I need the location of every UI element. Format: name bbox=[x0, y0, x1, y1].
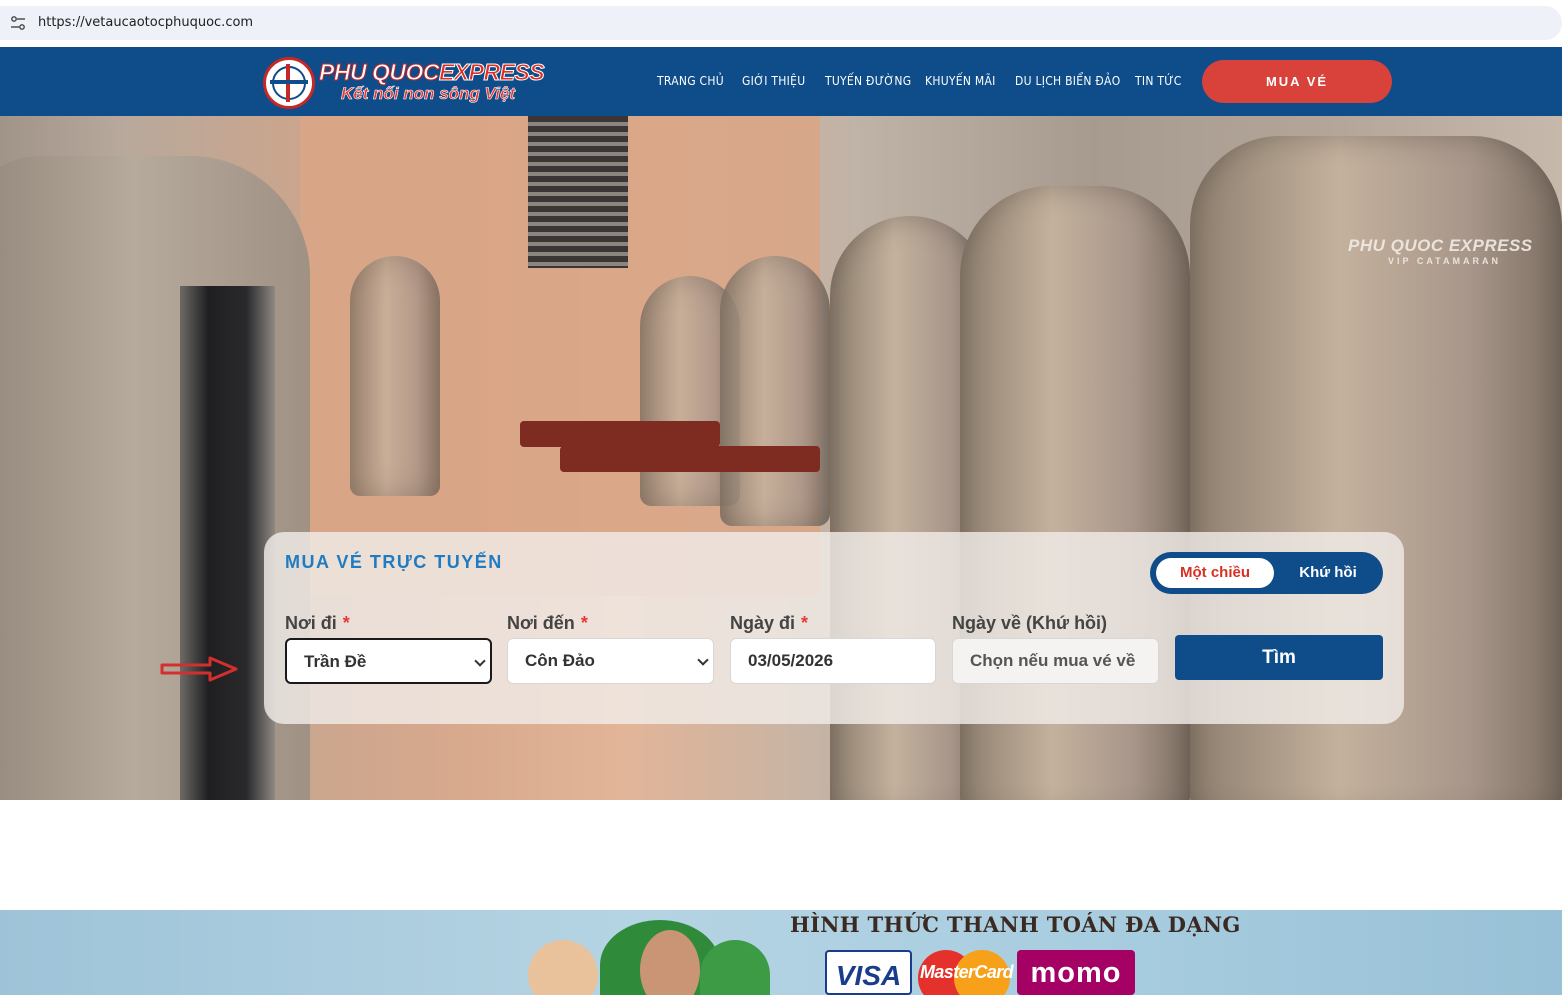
chevron-down-icon bbox=[697, 654, 709, 666]
nav-item-home[interactable]: TRANG CHỦ bbox=[657, 47, 724, 116]
site-logo[interactable]: PHU QUOCEXPRESS Kết nối non sông Việt bbox=[263, 55, 545, 109]
from-select[interactable]: Trần Đề bbox=[285, 638, 492, 684]
seat bbox=[350, 256, 440, 496]
palm-tree bbox=[700, 940, 770, 995]
return-date-field[interactable]: Chọn nếu mua vé về bbox=[952, 638, 1159, 684]
browser-address-bar: https://vetaucaotocphuquoc.com bbox=[0, 0, 1562, 47]
from-label: Nơi đi * bbox=[285, 613, 350, 633]
one-way-option[interactable]: Một chiều bbox=[1156, 558, 1274, 588]
momo-logo: momo bbox=[1017, 950, 1135, 995]
site-settings-icon[interactable] bbox=[10, 15, 26, 31]
trip-type-toggle: Một chiều Khứ hồi bbox=[1150, 552, 1383, 594]
mastercard-logo: MasterCard bbox=[918, 950, 1014, 995]
payment-heading: HÌNH THỨC THANH TOÁN ĐA DẠNG bbox=[790, 912, 1241, 937]
chevron-down-icon bbox=[474, 655, 486, 667]
depart-date-field[interactable]: 03/05/2026 bbox=[730, 638, 936, 684]
to-label: Nơi đến * bbox=[507, 613, 588, 633]
annotation-arrow-icon bbox=[160, 656, 238, 682]
site-header: PHU QUOCEXPRESS Kết nối non sông Việt TR… bbox=[0, 47, 1562, 116]
buy-ticket-button[interactable]: MUA VÉ bbox=[1202, 60, 1392, 103]
to-select[interactable]: Côn Đảo bbox=[507, 638, 714, 684]
payment-banner: HÌNH THỨC THANH TOÁN ĐA DẠNG VISA Master… bbox=[0, 910, 1562, 995]
logo-tagline: Kết nối non sông Việt bbox=[341, 84, 516, 104]
nav-item-news[interactable]: TIN TỨC bbox=[1135, 47, 1182, 116]
seat-armrest bbox=[520, 421, 720, 447]
nav-item-island-travel[interactable]: DU LỊCH BIỂN ĐẢO bbox=[1015, 47, 1120, 116]
air-vent bbox=[528, 116, 628, 268]
nav-item-routes[interactable]: TUYẾN ĐƯỜNG bbox=[825, 47, 911, 116]
logo-emblem-icon bbox=[263, 57, 315, 109]
round-trip-option[interactable]: Khứ hồi bbox=[1280, 558, 1376, 588]
url-field[interactable]: https://vetaucaotocphuquoc.com bbox=[0, 6, 1562, 40]
nav-item-about[interactable]: GIỚI THIỆU bbox=[742, 47, 805, 116]
logo-brand: PHU QUOCEXPRESS bbox=[319, 59, 546, 86]
booking-form: MUA VÉ TRỰC TUYẾN Một chiều Khứ hồi Nơi … bbox=[264, 532, 1404, 724]
depart-date-label: Ngày đi * bbox=[730, 613, 809, 633]
seat-screen bbox=[180, 286, 275, 800]
return-date-label: Ngày về (Khứ hồi) bbox=[952, 613, 1108, 633]
url-text[interactable]: https://vetaucaotocphuquoc.com bbox=[38, 15, 253, 30]
seat-embroidery: PHU QUOC EXPRESS VIP CATAMARAN bbox=[1348, 236, 1533, 266]
traveler-photo bbox=[528, 940, 598, 995]
seat-armrest bbox=[560, 446, 820, 472]
search-button[interactable]: Tìm bbox=[1175, 635, 1383, 680]
booking-title: MUA VÉ TRỰC TUYẾN bbox=[285, 552, 503, 572]
visa-logo: VISA bbox=[825, 950, 912, 995]
nav-item-promotions[interactable]: KHUYẾN MÃI bbox=[925, 47, 996, 116]
seat bbox=[720, 256, 830, 526]
